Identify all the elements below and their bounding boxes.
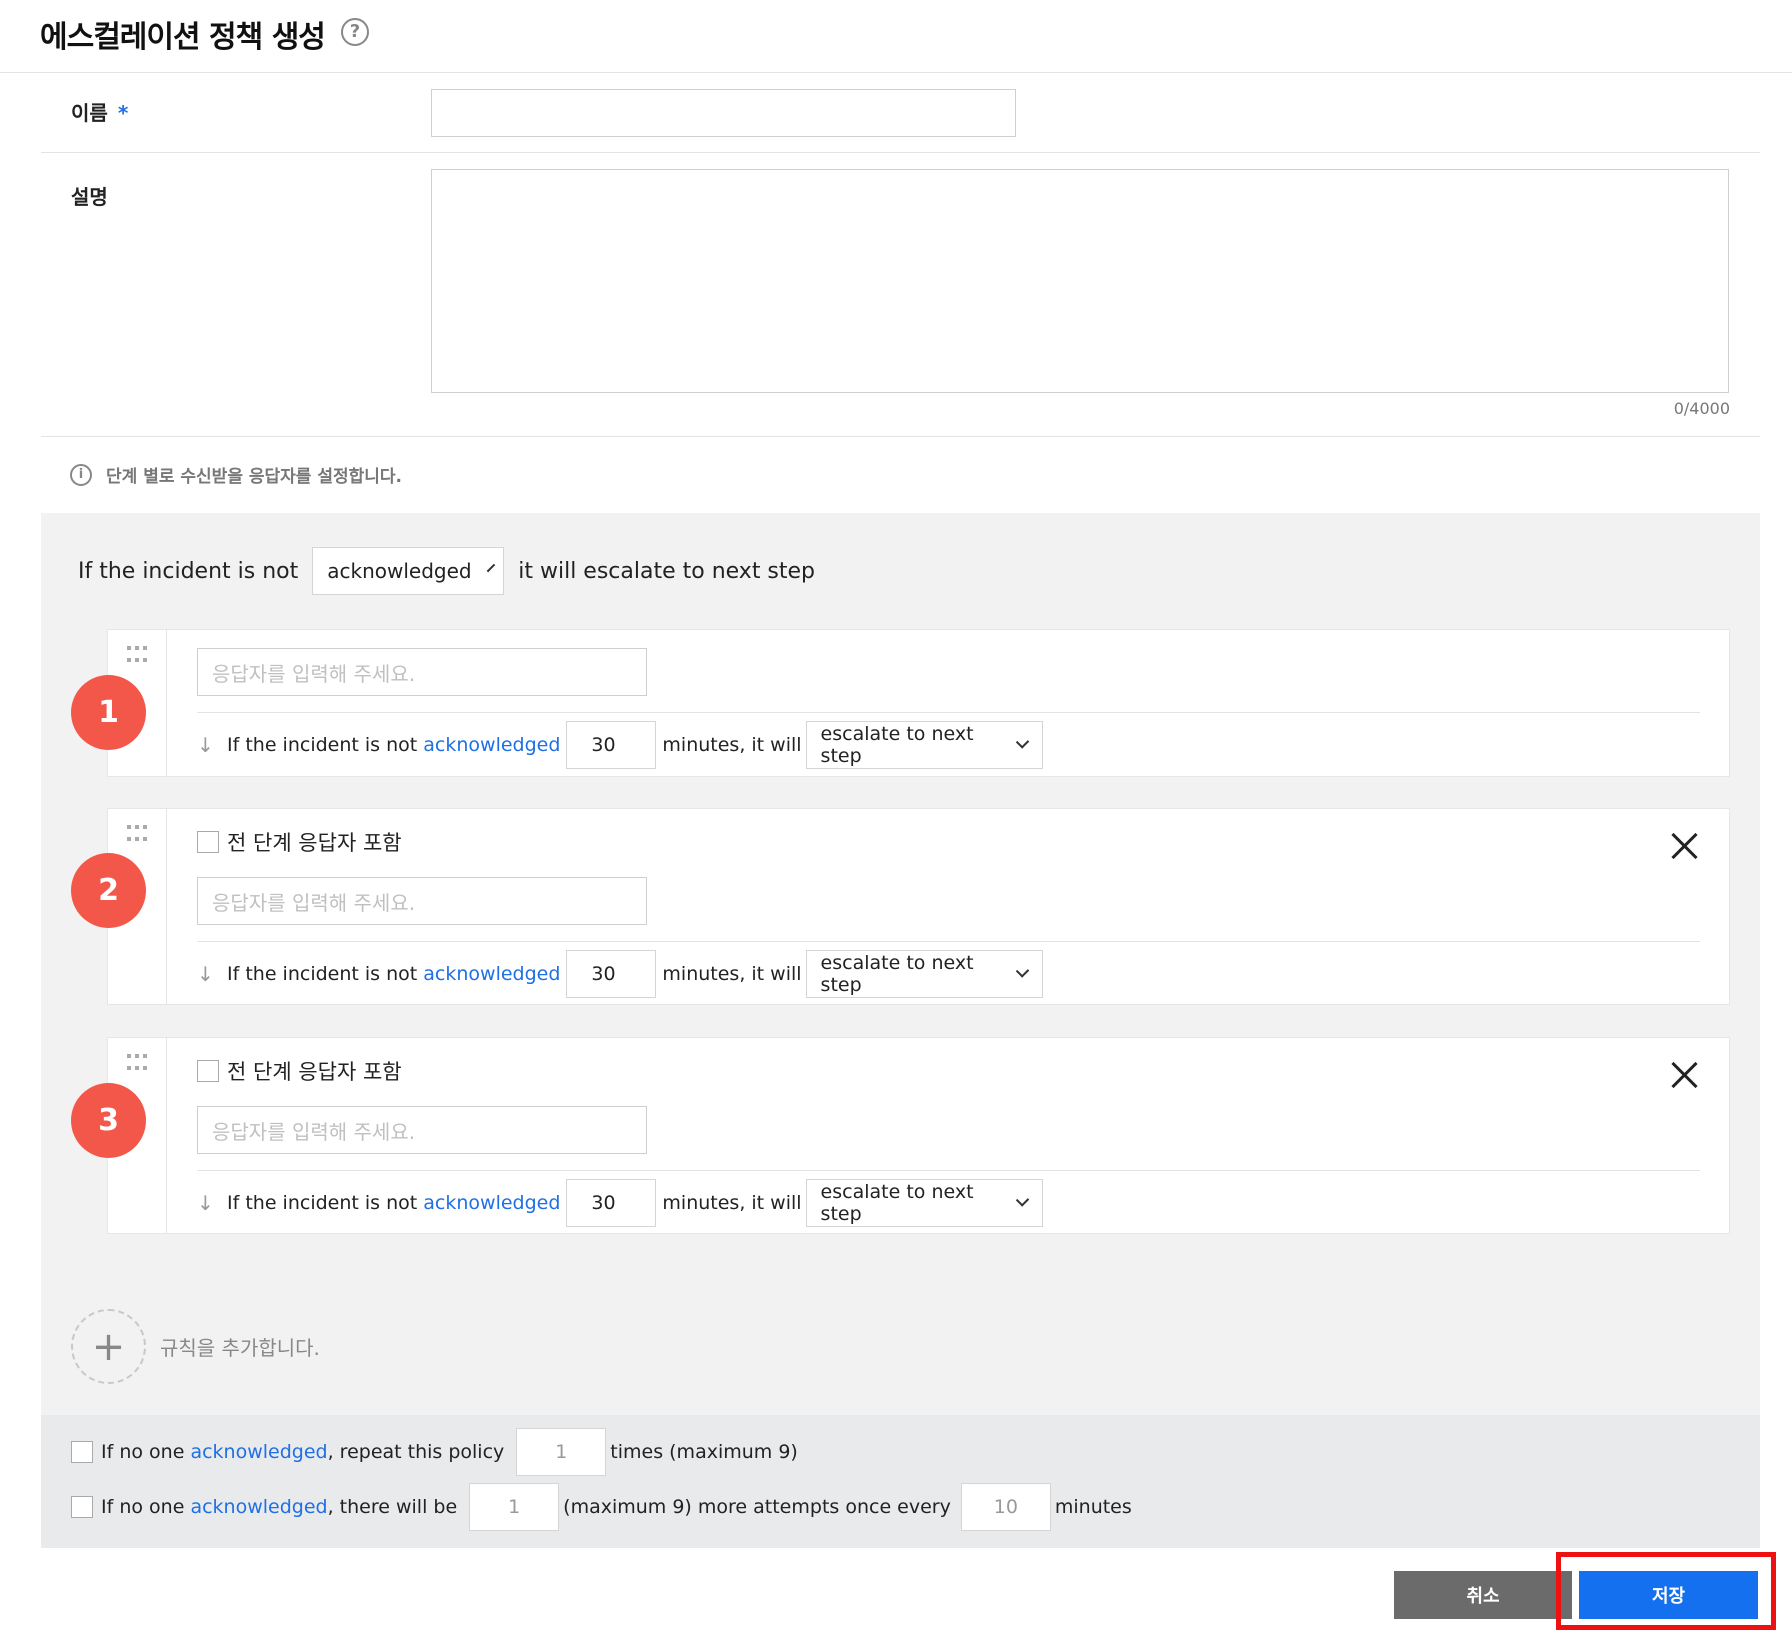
action-select-value: escalate to next step xyxy=(820,1181,974,1225)
page-header: 에스컬레이션 정책 생성 ? xyxy=(0,0,1792,73)
info-text: 단계 별로 수신받을 응답자를 설정합니다. xyxy=(106,467,403,487)
step-card-2: 전 단계 응답자 포함 응답자를 입력해 주세요. ↓ If the incid… xyxy=(107,808,1730,1005)
attempts-prefix: If no one xyxy=(101,1496,185,1518)
action-select-value: escalate to next step xyxy=(820,952,974,996)
description-label: 설명 xyxy=(71,185,108,209)
arrow-down-icon: ↓ xyxy=(197,733,214,757)
policy-prefix: If the incident is not xyxy=(78,558,299,584)
rule-prefix: If the incident is not xyxy=(227,734,418,756)
step-rule: ↓ If the incident is not acknowledged 30… xyxy=(197,721,1043,769)
add-rule-label: 규칙을 추가합니다. xyxy=(160,1336,320,1360)
description-row: 설명 0/4000 xyxy=(41,153,1760,437)
arrow-down-icon: ↓ xyxy=(197,962,214,986)
save-highlight-box xyxy=(1556,1552,1776,1630)
responder-input[interactable]: 응답자를 입력해 주세요. xyxy=(197,1106,647,1154)
include-previous: 전 단계 응답자 포함 xyxy=(197,827,402,857)
step-number-badge: 2 xyxy=(71,853,146,928)
arrow-down-icon: ↓ xyxy=(197,1191,214,1215)
rule-prefix: If the incident is not xyxy=(227,1192,418,1214)
include-previous-checkbox[interactable] xyxy=(197,831,219,853)
step-rule: ↓ If the incident is not acknowledged 30… xyxy=(197,950,1043,998)
close-icon[interactable] xyxy=(1669,831,1699,861)
include-previous: 전 단계 응답자 포함 xyxy=(197,1056,402,1086)
rule-prefix: If the incident is not xyxy=(227,963,418,985)
step-divider xyxy=(197,712,1700,713)
drag-handle-icon[interactable] xyxy=(127,1054,149,1074)
cancel-button[interactable]: 취소 xyxy=(1394,1571,1572,1619)
info-icon: i xyxy=(70,463,92,486)
step-rule: ↓ If the incident is not acknowledged 30… xyxy=(197,1179,1043,1227)
include-previous-checkbox[interactable] xyxy=(197,1060,219,1082)
chevron-down-icon xyxy=(1016,1193,1030,1207)
condition-select-value: acknowledged xyxy=(327,559,472,583)
page-title: 에스컬레이션 정책 생성 xyxy=(40,20,326,55)
attempts-middle2: (maximum 9) more attempts once every xyxy=(563,1496,951,1518)
action-select[interactable]: escalate to next step xyxy=(805,721,1043,769)
minutes-input[interactable]: 30 xyxy=(566,1179,657,1227)
add-rule[interactable]: + 규칙을 추가합니다. xyxy=(71,1309,320,1384)
step-divider xyxy=(197,1170,1700,1171)
repeat-panel: If no one acknowledged, repeat this poli… xyxy=(41,1415,1760,1548)
description-textarea[interactable] xyxy=(431,169,1729,393)
responder-input[interactable]: 응답자를 입력해 주세요. xyxy=(197,648,647,696)
chevron-down-icon xyxy=(486,563,495,573)
plus-icon[interactable]: + xyxy=(71,1309,146,1384)
attempts-interval-input[interactable]: 10 xyxy=(960,1483,1051,1531)
name-input[interactable] xyxy=(431,89,1016,137)
minutes-input[interactable]: 30 xyxy=(566,721,657,769)
responder-input[interactable]: 응답자를 입력해 주세요. xyxy=(197,877,647,925)
name-label-text: 이름 xyxy=(71,101,108,125)
include-previous-label: 전 단계 응답자 포함 xyxy=(227,1060,402,1084)
step-number-badge: 1 xyxy=(71,675,146,750)
acknowledged-link[interactable]: acknowledged xyxy=(190,1441,327,1463)
repeat-prefix: If no one xyxy=(101,1441,185,1463)
step-number-badge: 3 xyxy=(71,1083,146,1158)
include-previous-label: 전 단계 응답자 포함 xyxy=(227,831,402,855)
condition-select[interactable]: acknowledged xyxy=(312,547,505,595)
name-label: 이름 * xyxy=(71,97,128,126)
repeat-count-input[interactable]: 1 xyxy=(516,1428,607,1476)
policy-panel: If the incident is not acknowledged it w… xyxy=(41,513,1760,1415)
rule-middle: minutes, it will xyxy=(662,963,802,985)
step-card-3: 전 단계 응답자 포함 응답자를 입력해 주세요. ↓ If the incid… xyxy=(107,1037,1730,1234)
repeat-middle: , repeat this policy xyxy=(327,1441,505,1463)
acknowledged-link[interactable]: acknowledged xyxy=(423,1192,560,1214)
step-divider xyxy=(197,941,1700,942)
repeat-suffix: times (maximum 9) xyxy=(610,1441,798,1463)
acknowledged-link[interactable]: acknowledged xyxy=(190,1496,327,1518)
char-counter: 0/4000 xyxy=(1673,399,1730,418)
action-select[interactable]: escalate to next step xyxy=(805,1179,1043,1227)
help-icon[interactable]: ? xyxy=(341,18,369,46)
policy-condition: If the incident is not acknowledged it w… xyxy=(78,547,815,595)
minutes-input[interactable]: 30 xyxy=(566,950,657,998)
step-card-1: 응답자를 입력해 주세요. ↓ If the incident is not a… xyxy=(107,629,1730,777)
repeat-policy-checkbox[interactable] xyxy=(71,1441,93,1463)
info-line: i 단계 별로 수신받을 응답자를 설정합니다. xyxy=(70,462,402,487)
acknowledged-link[interactable]: acknowledged xyxy=(423,734,560,756)
attempts-count-input[interactable]: 1 xyxy=(469,1483,560,1531)
drag-handle-icon[interactable] xyxy=(127,825,149,845)
attempts-checkbox[interactable] xyxy=(71,1496,93,1518)
close-icon[interactable] xyxy=(1669,1060,1699,1090)
attempts-suffix: minutes xyxy=(1054,1496,1132,1518)
repeat-policy-line: If no one acknowledged, repeat this poli… xyxy=(71,1428,798,1476)
required-mark: * xyxy=(117,101,129,125)
action-select-value: escalate to next step xyxy=(820,723,974,767)
chevron-down-icon xyxy=(1016,735,1030,749)
rule-middle: minutes, it will xyxy=(662,734,802,756)
acknowledged-link[interactable]: acknowledged xyxy=(423,963,560,985)
policy-suffix: it will escalate to next step xyxy=(518,558,816,584)
name-row: 이름 * xyxy=(41,73,1760,153)
chevron-down-icon xyxy=(1016,964,1030,978)
action-select[interactable]: escalate to next step xyxy=(805,950,1043,998)
attempts-line: If no one acknowledged, there will be 1 … xyxy=(71,1483,1132,1531)
attempts-middle: , there will be xyxy=(327,1496,458,1518)
drag-handle-icon[interactable] xyxy=(127,646,149,666)
rule-middle: minutes, it will xyxy=(662,1192,802,1214)
